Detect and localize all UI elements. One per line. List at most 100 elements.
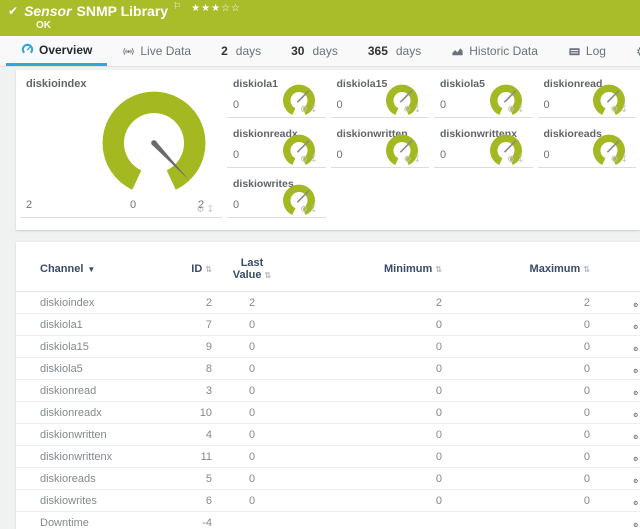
gear-icon[interactable]: ⚙: [196, 205, 204, 214]
gauges-panel: diskioindex 2 0 2 ⚙ ↧ diskiola1 0 ⚙ ↧ di…: [16, 70, 640, 230]
tab-label-unit: days: [236, 44, 261, 58]
tab-365-days[interactable]: 365 days: [353, 36, 436, 66]
channel-name[interactable]: diskiola1: [40, 319, 83, 331]
gauge-diskioreads[interactable]: diskioreads 0 ⚙ ↧: [538, 122, 637, 168]
tab-30-days[interactable]: 30 days: [276, 36, 353, 66]
channel-maximum: 0: [442, 358, 590, 380]
channel-name[interactable]: diskionwritten: [40, 429, 107, 441]
tab-label-number: 365: [368, 44, 388, 58]
gauge-current-value: 0: [233, 149, 239, 161]
pin-icon[interactable]: ↧: [413, 155, 421, 164]
table-row[interactable]: diskiowrites 6 0 0 0 ⚙⚙: [16, 490, 640, 512]
table-row[interactable]: diskioindex 2 2 2 2 ⚙⚙: [16, 292, 640, 314]
pin-icon[interactable]: ↧: [310, 155, 318, 164]
gauge-current-value: 0: [233, 99, 239, 111]
channel-name[interactable]: diskionreadx: [40, 407, 102, 419]
channel-maximum: 0: [442, 424, 590, 446]
channel-settings-icon[interactable]: ⚙⚙: [634, 317, 640, 330]
table-row[interactable]: diskioreads 5 0 0 0 ⚙⚙: [16, 468, 640, 490]
gear-icon[interactable]: ⚙: [300, 155, 308, 164]
pin-icon[interactable]: ↧: [620, 105, 628, 114]
channels-table-panel: Channel▼ ID⇅ Last Value⇅ Minimum⇅ Maximu…: [16, 242, 640, 529]
gear-icon[interactable]: ⚙: [403, 155, 411, 164]
gear-icon[interactable]: ⚙: [300, 105, 308, 114]
tab-2-days[interactable]: 2 days: [206, 36, 276, 66]
channel-settings-icon[interactable]: ⚙⚙: [634, 361, 640, 374]
channel-last-value: 0: [212, 490, 292, 512]
gauge-diskioindex[interactable]: diskioindex 2 0 2 ⚙ ↧: [20, 72, 222, 218]
channel-name[interactable]: diskiola5: [40, 363, 83, 375]
channel-minimum: [292, 512, 442, 529]
channel-settings-icon[interactable]: ⚙⚙: [634, 339, 640, 352]
column-header-channel[interactable]: Channel▼: [16, 250, 170, 292]
gear-icon[interactable]: ⚙: [300, 205, 308, 214]
tab-log[interactable]: Log: [553, 36, 621, 66]
column-label: Maximum: [530, 263, 581, 275]
channel-name[interactable]: diskiola15: [40, 341, 89, 353]
tab-live-data[interactable]: Live Data: [107, 36, 206, 66]
channel-id: 9: [170, 336, 212, 358]
gear-icon[interactable]: ⚙: [507, 155, 515, 164]
pin-icon[interactable]: ↧: [517, 155, 525, 164]
gauge-diskionwritten[interactable]: diskionwritten 0 ⚙ ↧: [331, 122, 430, 168]
channel-name[interactable]: diskioindex: [40, 297, 94, 309]
channel-name[interactable]: Downtime: [40, 517, 89, 529]
channel-name[interactable]: diskiowrites: [40, 495, 97, 507]
gear-icon[interactable]: ⚙: [610, 105, 618, 114]
table-row[interactable]: diskionwritten 4 0 0 0 ⚙⚙: [16, 424, 640, 446]
pin-icon[interactable]: ↧: [310, 105, 318, 114]
broadcast-icon: [122, 45, 135, 58]
gauge-diskionwrittenx[interactable]: diskionwrittenx 0 ⚙ ↧: [434, 122, 533, 168]
table-row[interactable]: diskiola1 7 0 0 0 ⚙⚙: [16, 314, 640, 336]
gear-icon[interactable]: ⚙: [610, 155, 618, 164]
gauge-current-value: 0: [337, 149, 343, 161]
channel-settings-icon[interactable]: ⚙⚙: [634, 295, 640, 308]
channel-settings-icon[interactable]: ⚙⚙: [634, 405, 640, 418]
channel-settings-icon[interactable]: ⚙⚙: [634, 427, 640, 440]
gauge-diskiowrites[interactable]: diskiowrites 0 ⚙ ↧: [227, 172, 326, 218]
pin-icon[interactable]: ↧: [620, 155, 628, 164]
table-row[interactable]: diskiola5 8 0 0 0 ⚙⚙: [16, 358, 640, 380]
channel-name[interactable]: diskionwrittenx: [40, 451, 112, 463]
table-row[interactable]: diskionwrittenx 11 0 0 0 ⚙⚙: [16, 446, 640, 468]
pin-icon[interactable]: ↧: [413, 105, 421, 114]
gauge-scale-min: 0: [130, 199, 136, 211]
log-list-icon: [568, 45, 581, 58]
gear-icon[interactable]: ⚙: [507, 105, 515, 114]
column-header-id[interactable]: ID⇅: [170, 250, 212, 292]
pin-icon[interactable]: ↧: [310, 205, 318, 214]
priority-stars[interactable]: ★★★☆☆: [191, 3, 241, 14]
gear-icon[interactable]: ⚙: [403, 105, 411, 114]
channel-minimum: 0: [292, 314, 442, 336]
channel-settings-icon[interactable]: ⚙⚙: [634, 383, 640, 396]
table-row[interactable]: diskionread 3 0 0 0 ⚙⚙: [16, 380, 640, 402]
channel-id: 2: [170, 292, 212, 314]
table-row[interactable]: diskionreadx 10 0 0 0 ⚙⚙: [16, 402, 640, 424]
column-header-minimum[interactable]: Minimum⇅: [292, 250, 442, 292]
table-row[interactable]: diskiola15 9 0 0 0 ⚙⚙: [16, 336, 640, 358]
channel-id: 6: [170, 490, 212, 512]
channel-settings-icon[interactable]: ⚙⚙: [634, 515, 640, 528]
channel-minimum: 2: [292, 292, 442, 314]
channel-name[interactable]: diskioreads: [40, 473, 96, 485]
gauge-diskionreadx[interactable]: diskionreadx 0 ⚙ ↧: [227, 122, 326, 168]
channel-name[interactable]: diskionread: [40, 385, 96, 397]
pin-icon[interactable]: ↧: [517, 105, 525, 114]
tab-historic-data[interactable]: Historic Data: [436, 36, 553, 66]
gauge-diskionread[interactable]: diskionread 0 ⚙ ↧: [538, 72, 637, 118]
gauge-diskiola1[interactable]: diskiola1 0 ⚙ ↧: [227, 72, 326, 118]
channel-settings-icon[interactable]: ⚙⚙: [634, 471, 640, 484]
table-row[interactable]: Downtime -4 ⚙⚙: [16, 512, 640, 529]
gauge-diskiola15[interactable]: diskiola15 0 ⚙ ↧: [331, 72, 430, 118]
channel-settings-icon[interactable]: ⚙⚙: [634, 449, 640, 462]
tab-settings[interactable]: ⚙ Settings: [621, 36, 640, 66]
flag-icon[interactable]: ⚐: [173, 1, 181, 12]
pin-icon[interactable]: ↧: [206, 205, 214, 214]
gauge-dial: [100, 90, 208, 192]
column-header-maximum[interactable]: Maximum⇅: [442, 250, 590, 292]
channel-settings-icon[interactable]: ⚙⚙: [634, 493, 640, 506]
gauge-current-value: 0: [544, 99, 550, 111]
column-header-last-value[interactable]: Last Value⇅: [212, 250, 292, 292]
tab-overview[interactable]: Overview: [6, 36, 107, 66]
gauge-diskiola5[interactable]: diskiola5 0 ⚙ ↧: [434, 72, 533, 118]
